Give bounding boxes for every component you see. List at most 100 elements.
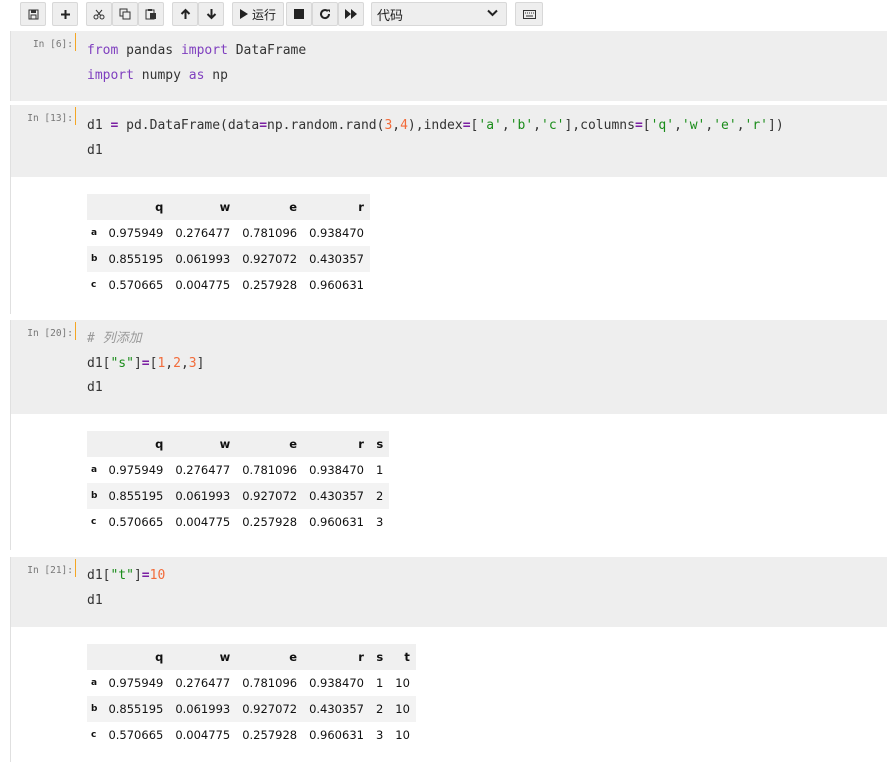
column-header: r xyxy=(358,437,364,451)
table-cell: 3 xyxy=(375,728,384,742)
code-cell[interactable]: In [13]: d1 = pd.DataFrame(data=np.rando… xyxy=(10,105,887,314)
table-cell: 0.938470 xyxy=(309,463,364,477)
column-header: w xyxy=(219,650,231,664)
row-index: a xyxy=(91,678,98,688)
table-header-row: q w e rs t xyxy=(87,644,416,670)
code-token: import xyxy=(180,43,228,58)
table-cell: 0.975949 xyxy=(108,676,164,690)
code-line: d1 xyxy=(87,139,784,164)
column-header: e xyxy=(289,200,298,214)
table-cell: 0.855195 xyxy=(108,702,164,716)
cell-input[interactable]: In [6]: from pandas import DataFrame impo… xyxy=(11,31,887,101)
table-cell: 0.004775 xyxy=(175,728,231,742)
code-editor[interactable]: d1["t"]=10 d1 xyxy=(87,564,165,613)
column-header: q xyxy=(155,650,164,664)
cell-input[interactable]: In [21]: d1["t"]=10 d1 xyxy=(11,557,887,627)
table-cell: 1 xyxy=(375,463,384,477)
cell-prompt: In [20]: xyxy=(27,328,73,339)
table-cell: 0.257928 xyxy=(242,728,298,742)
code-cell[interactable]: In [6]: from pandas import DataFrame impo… xyxy=(10,31,887,101)
table-header-row: q w e rs xyxy=(87,431,390,457)
insert-cell-button[interactable] xyxy=(52,2,78,26)
play-icon xyxy=(239,9,248,19)
keyboard-icon xyxy=(522,9,536,19)
copy-icon xyxy=(119,8,131,20)
code-token: 'a' xyxy=(478,118,502,133)
table-cell: 0.004775 xyxy=(175,278,231,292)
paste-icon xyxy=(145,9,156,20)
code-token: d1 xyxy=(87,118,111,133)
code-token: ]) xyxy=(768,118,784,133)
column-header: r xyxy=(358,650,364,664)
code-token: 'e' xyxy=(713,118,737,133)
column-header: w xyxy=(219,437,231,451)
table-cell: 2 xyxy=(375,702,384,716)
restart-button[interactable] xyxy=(312,2,338,26)
move-up-button[interactable] xyxy=(172,2,198,26)
save-button[interactable] xyxy=(20,2,46,26)
code-token: ] xyxy=(133,355,142,371)
cell-type-select[interactable]: 代码 xyxy=(371,2,507,26)
arrow-down-icon xyxy=(206,9,216,20)
interrupt-button[interactable] xyxy=(286,2,312,26)
table-cell: 2 xyxy=(375,489,384,503)
cell-type-value: 代码 xyxy=(377,8,404,24)
code-token: = xyxy=(462,118,471,133)
cell-prompt-divider xyxy=(75,107,76,125)
table-cell: 0.430357 xyxy=(309,702,364,716)
table-cell: 10 xyxy=(395,702,410,716)
code-line: d1 xyxy=(87,376,204,401)
run-button[interactable]: 运行 xyxy=(232,2,284,26)
cell-prompt: In [21]: xyxy=(27,565,73,576)
code-token: , xyxy=(392,118,401,133)
column-header: q xyxy=(155,437,164,451)
code-editor[interactable]: from pandas import DataFrame import numpy… xyxy=(87,39,306,88)
table-cell: 0.257928 xyxy=(242,515,298,529)
index-header xyxy=(87,194,102,220)
code-cell[interactable]: In [20]: # 列添加 d1["s"]=[1,2,3] d1 q w e r s a 0.… xyxy=(10,320,887,550)
row-index: a xyxy=(91,228,98,238)
code-token: , xyxy=(533,118,541,133)
row-index: a xyxy=(91,465,98,475)
row-index: b xyxy=(91,704,98,714)
code-token: , xyxy=(674,118,682,133)
table-row: a 0.975949 0.276477 0.781096 0.938470 1 xyxy=(87,457,389,483)
dataframe-output: q w e r a 0.975949 0.276477 0.781096 0.938470 b 0.… xyxy=(87,194,370,298)
code-line: d1 = pd.DataFrame(data=np.random.rand(3,… xyxy=(87,114,784,139)
column-header: e xyxy=(289,650,298,664)
cut-button[interactable] xyxy=(86,2,112,26)
code-token: # 列添加 xyxy=(87,331,142,346)
restart-run-all-button[interactable] xyxy=(338,2,364,26)
code-token: ],columns xyxy=(564,118,635,133)
table-row: c 0.570665 0.004775 0.257928 0.960631 3 xyxy=(87,509,389,535)
code-token: numpy xyxy=(133,67,189,83)
code-token: 10 xyxy=(149,568,166,583)
code-editor[interactable]: # 列添加 d1["s"]=[1,2,3] d1 xyxy=(87,327,204,401)
code-token: , xyxy=(736,118,745,133)
cell-prompt-divider xyxy=(75,559,76,577)
code-token: ] xyxy=(196,355,205,371)
table-cell: 0.570665 xyxy=(108,728,164,742)
table-row: b 0.855195 0.061993 0.927072 0.430357 2 xyxy=(87,483,390,509)
cell-input[interactable]: In [13]: d1 = pd.DataFrame(data=np.rando… xyxy=(11,105,887,177)
table-cell: 10 xyxy=(395,728,410,742)
code-editor[interactable]: d1 = pd.DataFrame(data=np.random.rand(3,… xyxy=(87,114,784,163)
column-header: e xyxy=(289,437,298,451)
code-line: # 列添加 xyxy=(87,327,204,352)
dataframe-output: q w e r s a 0.975949 0.276477 0.781096 0.938470 1 b… xyxy=(87,431,390,535)
code-token: d1[ xyxy=(87,355,111,371)
row-index: c xyxy=(91,280,97,290)
command-palette-button[interactable] xyxy=(515,2,543,26)
move-down-button[interactable] xyxy=(198,2,224,26)
table-row: a 0.975949 0.276477 0.781096 0.938470 1 10 xyxy=(87,670,416,696)
code-token: ] xyxy=(133,568,142,583)
code-cell[interactable]: In [21]: d1["t"]=10 d1 q w e r s t a 0.975949 0.2… xyxy=(10,557,887,762)
paste-button[interactable] xyxy=(138,2,164,26)
table-cell: 0.570665 xyxy=(108,515,164,529)
copy-button[interactable] xyxy=(112,2,138,26)
table-cell: 0.781096 xyxy=(242,463,298,477)
run-label: 运行 xyxy=(251,7,276,22)
column-header: s xyxy=(376,437,384,451)
cell-input[interactable]: In [20]: # 列添加 d1["s"]=[1,2,3] d1 xyxy=(11,320,887,414)
fast-forward-icon xyxy=(345,9,357,19)
